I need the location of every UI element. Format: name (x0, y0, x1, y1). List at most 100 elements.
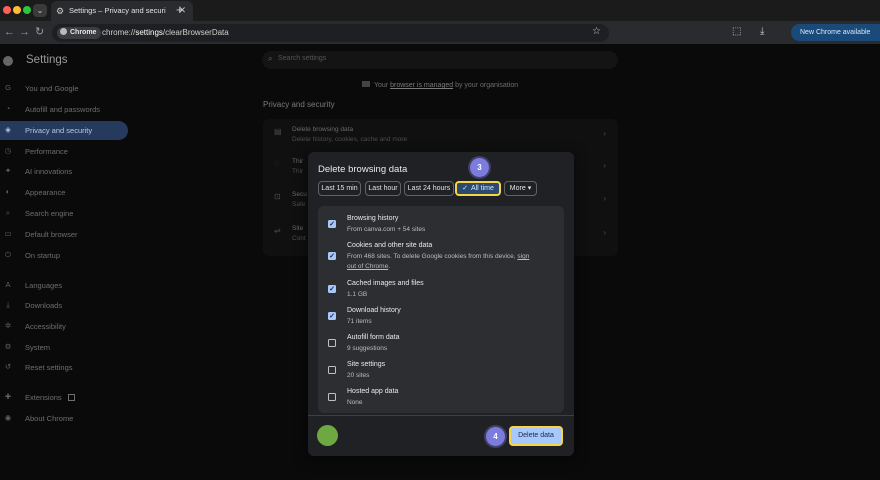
dialog-divider (308, 415, 574, 416)
new-tab-button[interactable]: + (176, 3, 184, 17)
new-chrome-available-button[interactable]: New Chrome available (791, 24, 880, 41)
row-title[interactable]: Secu (292, 191, 307, 198)
sidebar-item-languages[interactable]: A Languages (0, 276, 128, 295)
reload-icon[interactable]: ↻ (35, 25, 44, 39)
sidebar-item-label: About Chrome (25, 414, 74, 423)
minimize-window-button[interactable] (13, 6, 21, 14)
download-icon[interactable]: ⤓ (760, 25, 764, 39)
sidebar-item-label: Privacy and security (25, 126, 93, 135)
sidebar-item-label: Search engine (25, 209, 74, 218)
sign-out-link-cont[interactable]: out of Chrome (347, 263, 388, 270)
sidebar-item-label: On startup (25, 251, 61, 260)
trash-icon: ▤ (274, 127, 282, 136)
range-more-dropdown[interactable]: More ▾ (504, 181, 537, 196)
checkbox-download-history[interactable]: ✓ (328, 312, 336, 320)
page-title: Settings (26, 54, 68, 66)
sidebar-item-label: AI innovations (25, 167, 73, 176)
chevron-right-icon[interactable]: › (603, 228, 606, 237)
sidebar-item-about[interactable]: ◉ About Chrome (0, 409, 128, 428)
sidebar-item-search-engine[interactable]: ⌕ Search engine (0, 204, 128, 223)
sidebar-item-extensions[interactable]: ✚ Extensions (0, 388, 128, 407)
sliders-icon: ⇌ (274, 226, 281, 235)
checkbox-hosted-app-data[interactable] (328, 393, 336, 401)
checkbox-site-settings[interactable] (328, 366, 336, 374)
forward-arrow-icon[interactable]: → (19, 25, 30, 39)
delete-browsing-data-dialog: Delete browsing data Last 15 min Last ho… (308, 152, 574, 456)
range-all-time-label: All time (470, 185, 494, 192)
sidebar-item-label: Reset settings (25, 363, 73, 372)
sidebar-item-default-browser[interactable]: ▭ Default browser (0, 225, 128, 244)
sparkle-icon: ✦ (4, 166, 12, 175)
settings-search[interactable]: ⌕ Search settings (262, 51, 618, 69)
sidebar-item-reset[interactable]: ↺ Reset settings (0, 358, 128, 377)
sidebar-item-label: Extensions (25, 393, 75, 402)
tab-settings[interactable]: ⚙ Settings – Privacy and securi ✕ (51, 1, 193, 21)
key-icon: ◔ (5, 104, 11, 113)
item-title: Cookies and other site data (347, 242, 433, 249)
row-title[interactable]: Delete browsing data (292, 126, 353, 133)
search-placeholder: Search settings (278, 55, 327, 62)
item-sub: out of Chrome. (347, 263, 390, 270)
puzzle-icon: ✚ (4, 392, 12, 401)
tab-search-icon[interactable]: ⌄ (33, 4, 47, 17)
range-last-hour[interactable]: Last hour (365, 181, 401, 196)
managed-notice: Your browser is managed by your organisa… (362, 81, 518, 89)
palette-icon: ◐ (5, 187, 11, 196)
browser-toolbar: ← → ↻ Chrome chrome://settings/clearBrow… (0, 21, 880, 44)
range-last-24-hours[interactable]: Last 24 hours (404, 181, 454, 196)
sidebar-item-on-startup[interactable]: ⏻ On startup (0, 246, 128, 265)
sidebar-item-autofill[interactable]: ◔ Autofill and passwords (0, 100, 128, 119)
row-sub: Cont (292, 235, 306, 242)
sign-out-link[interactable]: sign (517, 253, 529, 260)
range-last-15-min[interactable]: Last 15 min (318, 181, 361, 196)
row-title[interactable]: Thir (292, 158, 303, 165)
url-text[interactable]: chrome://settings/clearBrowserData (102, 28, 229, 37)
sidebar-item-performance[interactable]: ◷ Performance (0, 142, 128, 161)
checkbox-cached-images[interactable]: ✓ (328, 285, 336, 293)
sidebar-item-you-and-google[interactable]: G You and Google (0, 79, 128, 98)
managed-prefix: Your (374, 82, 391, 89)
row-sub: Safe (292, 201, 306, 208)
close-window-button[interactable] (3, 6, 11, 14)
reset-icon: ↺ (4, 362, 12, 371)
extensions-puzzle-icon[interactable]: ⬚ (732, 25, 741, 39)
translate-icon: A (5, 280, 11, 289)
sidebar-item-appearance[interactable]: ◐ Appearance (0, 183, 128, 202)
back-arrow-icon[interactable]: ← (4, 25, 15, 39)
range-all-time[interactable]: ✓ All time (455, 181, 501, 196)
browser-window-icon: ▭ (4, 229, 12, 238)
row-sub: Thir (292, 168, 304, 175)
chevron-right-icon[interactable]: › (603, 194, 606, 203)
checkbox-autofill[interactable] (328, 339, 336, 347)
item-sub: 20 sites (347, 372, 370, 379)
checkbox-browsing-history[interactable]: ✓ (328, 220, 336, 228)
delete-data-button[interactable]: Delete data (509, 426, 563, 446)
sidebar-item-ai[interactable]: ✦ AI innovations (0, 162, 128, 181)
address-bar[interactable]: Chrome chrome://settings/clearBrowserDat… (52, 24, 609, 42)
maximize-window-button[interactable] (23, 6, 31, 14)
google-icon: G (5, 83, 11, 92)
bookmark-star-icon[interactable]: ☆ (592, 26, 601, 37)
item-title: Cached images and files (347, 280, 424, 287)
shield-icon: ◈ (5, 125, 11, 134)
chevron-right-icon[interactable]: › (603, 129, 606, 138)
row-title[interactable]: Site (292, 225, 303, 232)
sidebar-item-downloads[interactable]: ⤓ Downloads (0, 296, 128, 315)
sidebar-item-label: Performance (25, 147, 68, 156)
sidebar-item-accessibility[interactable]: ✲ Accessibility (0, 317, 128, 336)
settings-logo-icon (3, 56, 13, 66)
checkbox-cookies[interactable]: ✓ (328, 252, 336, 260)
item-sub: 9 suggestions (347, 345, 388, 352)
search-icon: ⌕ (5, 208, 11, 217)
chevron-right-icon[interactable]: › (603, 161, 606, 170)
sidebar-item-label: Default browser (25, 230, 78, 239)
sidebar-item-privacy[interactable]: ◈ Privacy and security (0, 121, 128, 140)
speedometer-icon: ◷ (4, 146, 12, 155)
chrome-chip[interactable]: Chrome (57, 27, 102, 39)
item-sub: 71 items (347, 318, 372, 325)
sidebar-item-label: System (25, 343, 51, 352)
row-sub: Delete history, cookies, cache and more (292, 136, 408, 143)
managed-link[interactable]: browser is managed (390, 82, 453, 89)
item-title: Download history (347, 307, 401, 314)
sidebar-item-system[interactable]: ⚙ System (0, 338, 128, 357)
